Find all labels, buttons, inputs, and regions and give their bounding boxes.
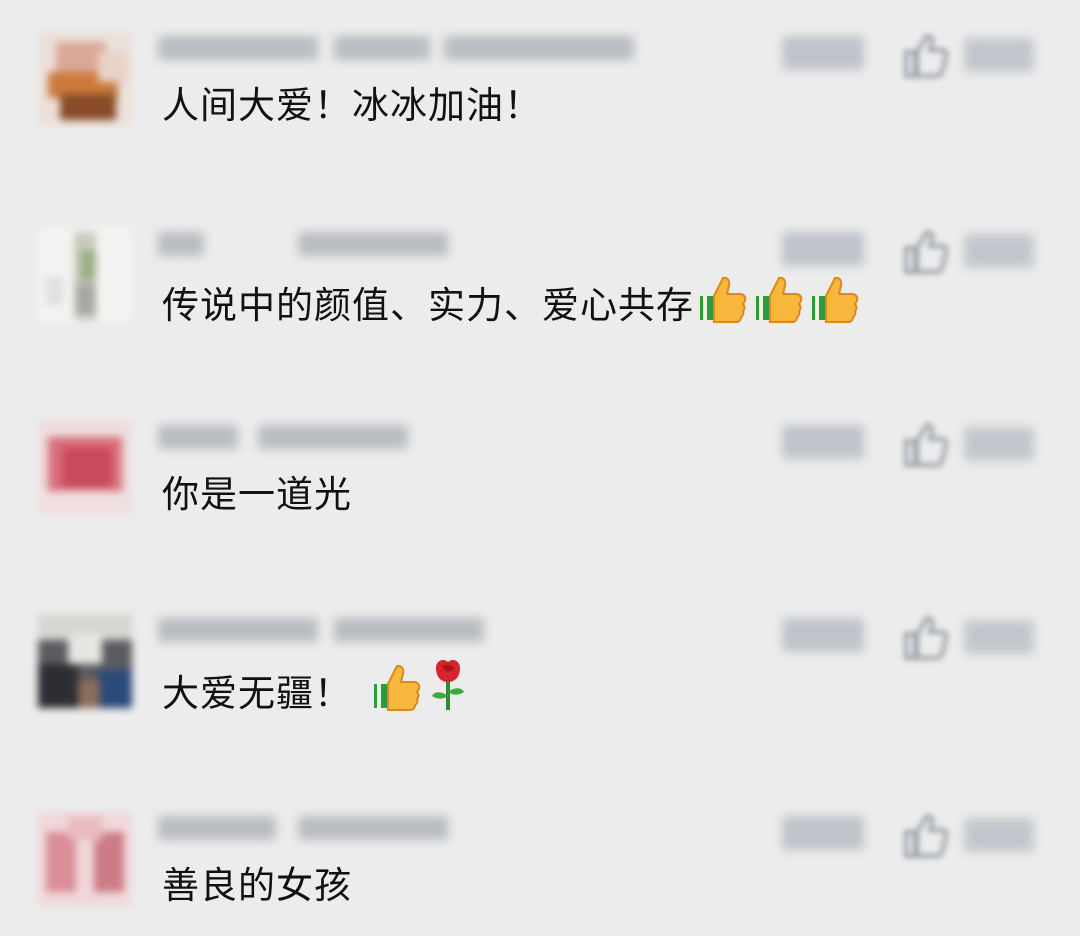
comment-item: 善良的女孩: [0, 812, 1080, 936]
like-count-blurred: [964, 427, 1034, 461]
like-count-blurred: [964, 234, 1034, 268]
comment-text: 善良的女孩: [162, 864, 352, 907]
like-button[interactable]: [900, 612, 952, 662]
thumbs-up-icon: [810, 272, 862, 324]
thumbs-up-outline-icon: [904, 229, 949, 274]
like-count-blurred: [964, 818, 1034, 852]
timestamp-blurred: [782, 816, 864, 850]
thumbs-up-outline-icon: [904, 422, 949, 467]
like-button[interactable]: [900, 30, 952, 80]
like-button[interactable]: [900, 419, 952, 469]
thumbs-up-icon: [372, 660, 424, 712]
comment-text: 大爱无疆！: [162, 658, 468, 724]
avatar[interactable]: [38, 812, 132, 906]
avatar[interactable]: [38, 421, 132, 515]
timestamp-blurred: [782, 425, 864, 459]
like-button[interactable]: [900, 226, 952, 276]
timestamp-blurred: [782, 232, 864, 266]
comment-item: 大爱无疆！: [0, 614, 1080, 764]
like-count-blurred: [964, 38, 1034, 72]
timestamp-blurred: [782, 36, 864, 70]
comment-list: 人间大爱！冰冰加油！ 传说中的颜值、实力、爱心共存 你是一道光 大爱无疆！ 善良…: [0, 0, 1080, 936]
thumbs-up-icon: [754, 272, 806, 324]
rose-icon: [428, 658, 468, 712]
thumbs-up-outline-icon: [904, 33, 949, 78]
like-button[interactable]: [900, 810, 952, 860]
thumbs-up-outline-icon: [904, 615, 949, 660]
comment-item: 你是一道光: [0, 421, 1080, 571]
comment-text: 你是一道光: [162, 473, 352, 516]
timestamp-blurred: [782, 618, 864, 652]
thumbs-up-outline-icon: [904, 813, 949, 858]
thumbs-up-icon: [698, 272, 750, 324]
like-count-blurred: [964, 620, 1034, 654]
avatar[interactable]: [38, 614, 132, 708]
comment-text: 人间大爱！冰冰加油！: [162, 84, 542, 127]
avatar[interactable]: [38, 32, 132, 126]
comment-item: 人间大爱！冰冰加油！: [0, 32, 1080, 182]
avatar[interactable]: [38, 228, 132, 322]
comment-text: 传说中的颜值、实力、爱心共存: [162, 272, 862, 336]
comment-item: 传说中的颜值、实力、爱心共存: [0, 228, 1080, 378]
